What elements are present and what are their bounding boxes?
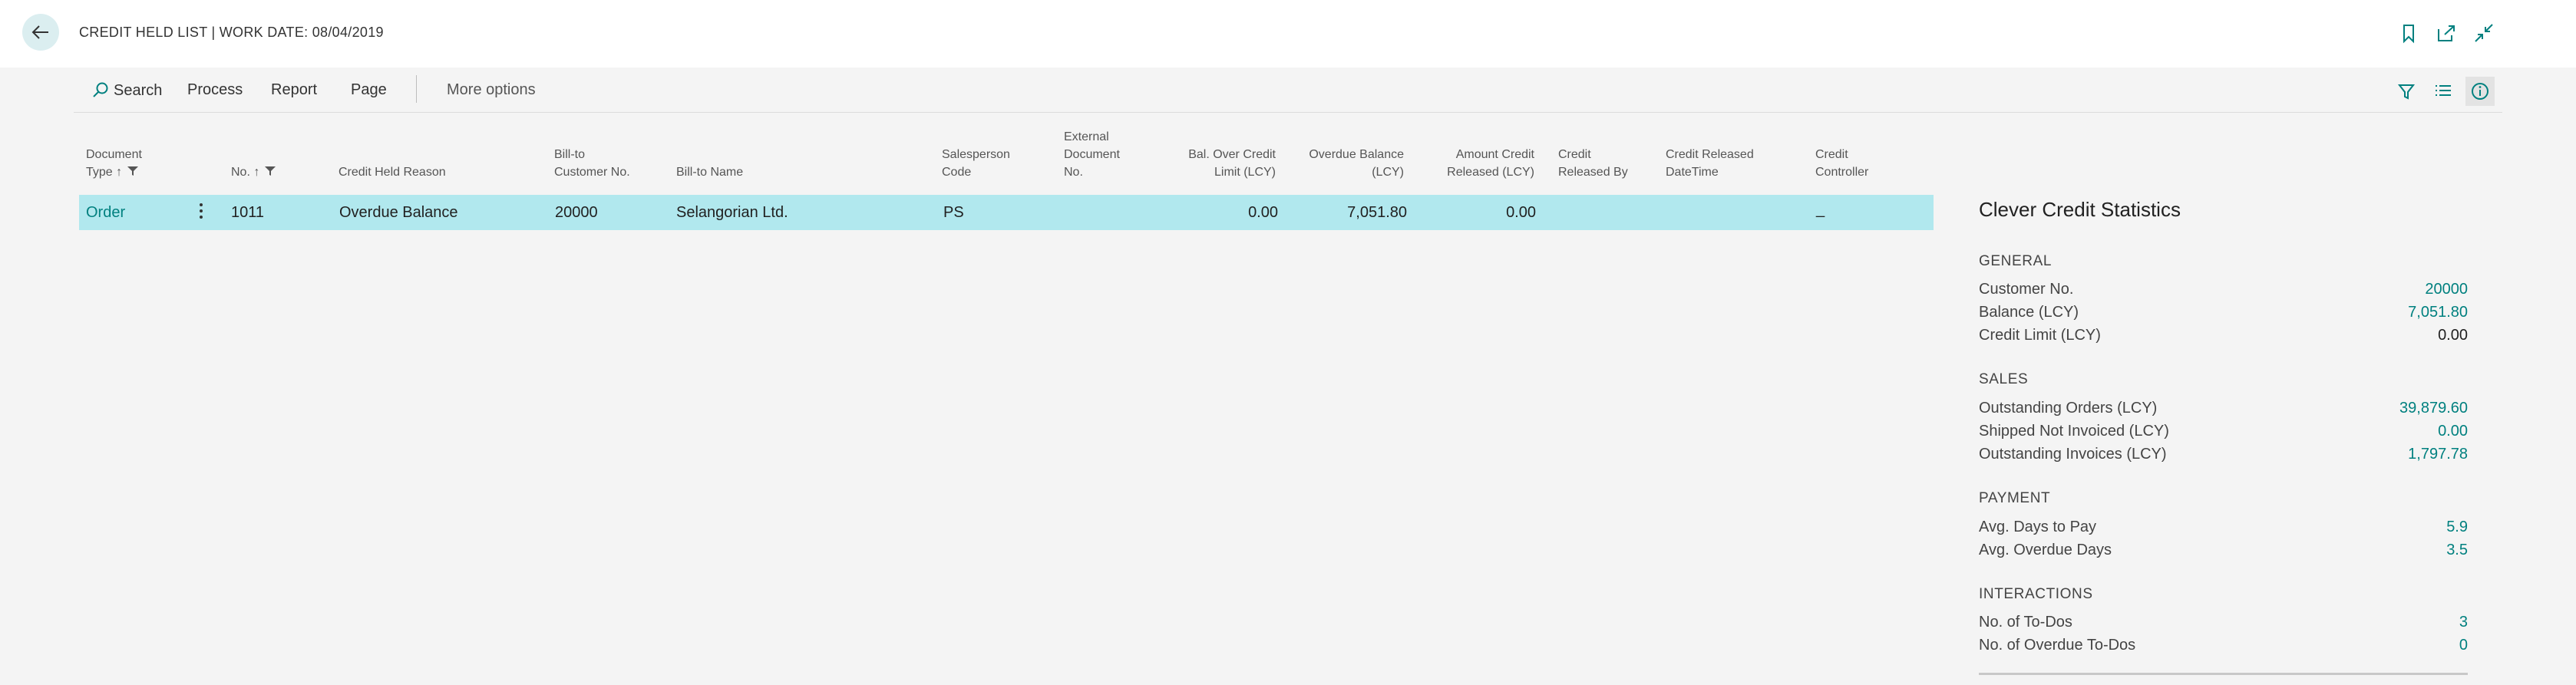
filter-icon (127, 166, 138, 176)
column-header-line: Credit (1558, 148, 1591, 161)
column-header-line: Released By (1558, 166, 1628, 179)
factbox-value-avg-overdue-days[interactable]: 3.5 (2446, 542, 2468, 559)
cell-bill-to-name[interactable]: Selangorian Ltd. (676, 204, 788, 222)
column-header-line: Bal. Over Credit (1188, 148, 1276, 161)
page-menu[interactable]: Page (351, 81, 387, 99)
column-header-no[interactable]: No. ↑ (231, 163, 277, 181)
column-header-line: Credit Released (1666, 148, 1754, 161)
factbox-label-outstanding-orders: Outstanding Orders (LCY) (1979, 400, 2158, 417)
open-new-window-icon[interactable] (2435, 21, 2458, 44)
column-header-line: No. ↑ (231, 166, 260, 179)
more-options-button[interactable]: More options (447, 81, 536, 99)
factbox-value-outstanding-orders[interactable]: 39,879.60 (2399, 400, 2468, 417)
factbox-section-payment: PAYMENT (1979, 490, 2051, 506)
column-header-line: No. (1064, 166, 1083, 179)
column-header-line: Overdue Balance (1309, 148, 1404, 161)
column-header-line: Credit (1815, 148, 1848, 161)
column-header-credit-released-by[interactable]: Credit Released By (1558, 146, 1628, 181)
factbox-label-credit-limit: Credit Limit (LCY) (1979, 327, 2101, 344)
bookmark-icon[interactable] (2397, 21, 2420, 44)
column-header-line: Salesperson (942, 148, 1010, 161)
process-menu[interactable]: Process (187, 81, 243, 99)
column-header-bill-to-name[interactable]: Bill-to Name (676, 163, 743, 181)
cell-no[interactable]: 1011 (231, 204, 264, 222)
factbox-value-shipped-not-invoiced[interactable]: 0.00 (2438, 423, 2468, 440)
cell-credit-held-reason[interactable]: Overdue Balance (339, 204, 458, 222)
column-header-document-type[interactable]: Document Type ↑ (86, 146, 142, 181)
list-view-icon[interactable] (2429, 77, 2458, 106)
factbox-label-no-of-todos: No. of To-Dos (1979, 614, 2072, 631)
cell-overdue-balance[interactable]: 7,051.80 (1293, 204, 1407, 222)
collapse-icon[interactable] (2472, 21, 2495, 44)
column-header-credit-controller[interactable]: Credit Controller (1815, 146, 1868, 181)
factbox-section-sales: SALES (1979, 371, 2029, 387)
cell-bal-over-credit-limit[interactable]: 0.00 (1167, 204, 1278, 222)
column-header-bal-over-credit-limit[interactable]: Bal. Over Credit Limit (LCY) (1151, 146, 1276, 181)
column-header-bill-to-customer-no[interactable]: Bill-to Customer No. (554, 146, 630, 181)
factbox-label-outstanding-invoices: Outstanding Invoices (LCY) (1979, 446, 2167, 463)
column-header-line: Code (942, 166, 972, 179)
factbox-value-credit-limit: 0.00 (2438, 327, 2468, 344)
cell-credit-controller[interactable]: _ (1816, 201, 1825, 219)
column-header-line: Released (LCY) (1447, 166, 1534, 179)
column-header-line: Document (86, 148, 142, 161)
column-header-line: Bill-to (554, 148, 586, 161)
factbox-scroll-indicator[interactable] (1979, 673, 2468, 675)
back-arrow-icon (31, 25, 48, 39)
factbox-label-customer-no: Customer No. (1979, 281, 2074, 298)
column-header-line: Customer No. (554, 166, 630, 179)
page-header: CREDIT HELD LIST | WORK DATE: 08/04/2019 (0, 0, 2576, 68)
action-separator (416, 75, 417, 103)
column-header-line: Controller (1815, 166, 1869, 179)
factbox-title: Clever Credit Statistics (1979, 198, 2181, 221)
info-icon[interactable] (2465, 77, 2495, 106)
search-icon (93, 82, 108, 97)
factbox-section-interactions: INTERACTIONS (1979, 586, 2093, 602)
search-button[interactable]: Search (92, 81, 162, 100)
column-header-line: Amount Credit (1455, 148, 1534, 161)
back-button[interactable] (22, 14, 59, 51)
factbox-label-balance: Balance (LCY) (1979, 304, 2079, 321)
factbox-label-no-of-overdue-todos: No. of Overdue To-Dos (1979, 637, 2136, 654)
factbox-value-customer-no[interactable]: 20000 (2425, 281, 2468, 298)
factbox-value-no-of-todos[interactable]: 3 (2459, 614, 2468, 631)
cell-amount-credit-released[interactable]: 0.00 (1424, 204, 1536, 222)
column-header-salesperson-code[interactable]: Salesperson Code (942, 146, 1010, 181)
factbox-value-balance[interactable]: 7,051.80 (2408, 304, 2468, 321)
factbox-label-shipped-not-invoiced: Shipped Not Invoiced (LCY) (1979, 423, 2169, 440)
row-actions-icon[interactable] (198, 201, 204, 226)
filter-icon (264, 166, 276, 176)
search-label: Search (114, 82, 163, 99)
factbox-label-avg-overdue-days: Avg. Overdue Days (1979, 542, 2112, 558)
factbox-value-avg-days-to-pay[interactable]: 5.9 (2446, 519, 2468, 536)
column-header-external-document-no[interactable]: External Document No. (1064, 128, 1120, 181)
cell-salesperson-code[interactable]: PS (943, 204, 964, 222)
column-header-line: Type ↑ (86, 166, 123, 179)
column-header-line: Document (1064, 148, 1120, 161)
column-header-credit-held-reason[interactable]: Credit Held Reason (339, 163, 446, 181)
cell-bill-to-customer-no[interactable]: 20000 (555, 204, 598, 222)
column-header-line: Limit (LCY) (1214, 166, 1276, 179)
filter-icon[interactable] (2392, 77, 2421, 106)
action-bar: Search Process Report Page More options (74, 71, 2502, 113)
factbox-label-avg-days-to-pay: Avg. Days to Pay (1979, 519, 2097, 535)
column-header-amount-credit-released[interactable]: Amount Credit Released (LCY) (1412, 146, 1534, 181)
column-header-overdue-balance[interactable]: Overdue Balance (LCY) (1281, 146, 1404, 181)
factbox-section-general: GENERAL (1979, 253, 2053, 269)
column-header-line: (LCY) (1372, 166, 1404, 179)
page-title: CREDIT HELD LIST | WORK DATE: 08/04/2019 (79, 25, 384, 40)
factbox-value-outstanding-invoices[interactable]: 1,797.78 (2408, 446, 2468, 463)
cell-document-type[interactable]: Order (86, 204, 125, 222)
column-header-line: DateTime (1666, 166, 1719, 179)
factbox-value-no-of-overdue-todos[interactable]: 0 (2459, 637, 2468, 654)
report-menu[interactable]: Report (271, 81, 317, 99)
column-header-line: External (1064, 130, 1109, 143)
column-header-credit-released-datetime[interactable]: Credit Released DateTime (1666, 146, 1754, 181)
